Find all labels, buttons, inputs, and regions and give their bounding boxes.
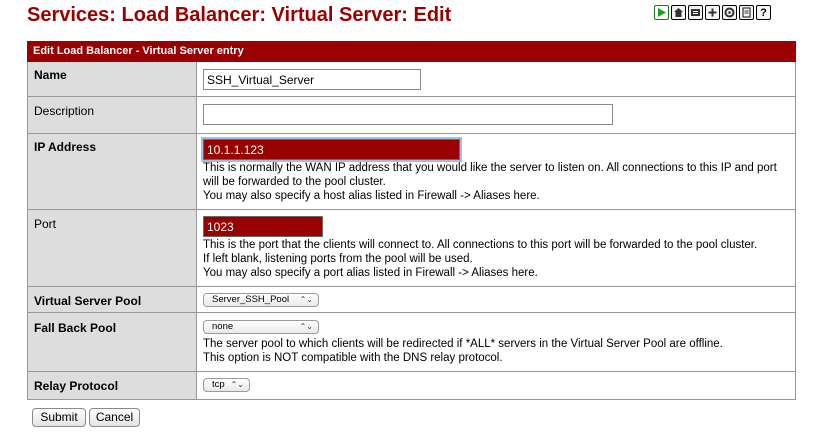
row-relay-protocol: Relay Protocol tcp ⌃⌄ [27, 372, 796, 400]
fall-back-pool-select[interactable]: none ⌃⌄ [203, 320, 319, 334]
ip-address-input[interactable] [203, 139, 460, 160]
virtual-server-pool-label: Virtual Server Pool [28, 287, 197, 312]
fall-back-pool-cell: none ⌃⌄ The server pool to which clients… [197, 313, 795, 371]
description-input[interactable] [203, 104, 613, 125]
fall-back-pool-selected: none [212, 321, 234, 332]
gear-icon[interactable] [722, 5, 737, 20]
notes-icon[interactable] [739, 5, 754, 20]
relay-protocol-selected: tcp [212, 379, 225, 390]
home-icon[interactable] [671, 5, 686, 20]
row-port: Port This is the port that the clients w… [27, 210, 796, 287]
virtual-server-form: Edit Load Balancer - Virtual Server entr… [27, 41, 796, 400]
log-icon[interactable] [688, 5, 703, 20]
port-label: Port [28, 210, 197, 286]
row-virtual-server-pool: Virtual Server Pool Server_SSH_Pool ⌃⌄ [27, 287, 796, 313]
relay-protocol-label: Relay Protocol [28, 372, 197, 399]
description-cell [197, 97, 795, 133]
description-label: Description [28, 97, 197, 133]
ip-address-label: IP Address [28, 134, 197, 209]
select-arrows-icon: ⌃⌄ [299, 295, 313, 304]
page-title: Services: Load Balancer: Virtual Server:… [27, 4, 452, 26]
port-blank-help: If left blank, listening ports from the … [203, 253, 473, 265]
fall-back-pool-dns-help: This option is NOT compatible with the D… [203, 352, 503, 364]
add-icon[interactable] [705, 5, 720, 20]
ip-address-alias-help: You may also specify a host alias listed… [203, 190, 540, 202]
relay-protocol-select[interactable]: tcp ⌃⌄ [203, 378, 250, 392]
port-help: This is the port that the clients will c… [203, 239, 758, 251]
relay-protocol-cell: tcp ⌃⌄ [197, 372, 795, 399]
toolbar: ? [654, 5, 771, 22]
port-input[interactable] [203, 216, 323, 237]
fall-back-pool-label: Fall Back Pool [28, 313, 197, 371]
row-description: Description [27, 97, 796, 134]
cancel-button[interactable]: Cancel [89, 408, 140, 427]
ip-address-cell: This is normally the WAN IP address that… [197, 134, 795, 209]
row-name: Name [27, 62, 796, 97]
help-icon[interactable]: ? [756, 5, 771, 20]
name-label: Name [28, 62, 197, 96]
name-input[interactable] [203, 69, 421, 90]
submit-button[interactable]: Submit [32, 408, 86, 427]
play-icon[interactable] [654, 5, 669, 20]
virtual-server-pool-cell: Server_SSH_Pool ⌃⌄ [197, 287, 795, 312]
fall-back-pool-help: The server pool to which clients will be… [203, 338, 723, 350]
port-cell: This is the port that the clients will c… [197, 210, 795, 286]
virtual-server-pool-select[interactable]: Server_SSH_Pool ⌃⌄ [203, 293, 319, 307]
name-cell [197, 62, 795, 96]
ip-address-help: This is normally the WAN IP address that… [203, 162, 777, 188]
virtual-server-pool-selected: Server_SSH_Pool [212, 294, 290, 305]
row-ip-address: IP Address This is normally the WAN IP a… [27, 134, 796, 210]
select-arrows-icon: ⌃⌄ [230, 380, 244, 389]
select-arrows-icon: ⌃⌄ [299, 322, 313, 331]
row-fall-back-pool: Fall Back Pool none ⌃⌄ The server pool t… [27, 313, 796, 372]
section-header: Edit Load Balancer - Virtual Server entr… [27, 41, 796, 62]
port-alias-help: You may also specify a port alias listed… [203, 267, 538, 279]
